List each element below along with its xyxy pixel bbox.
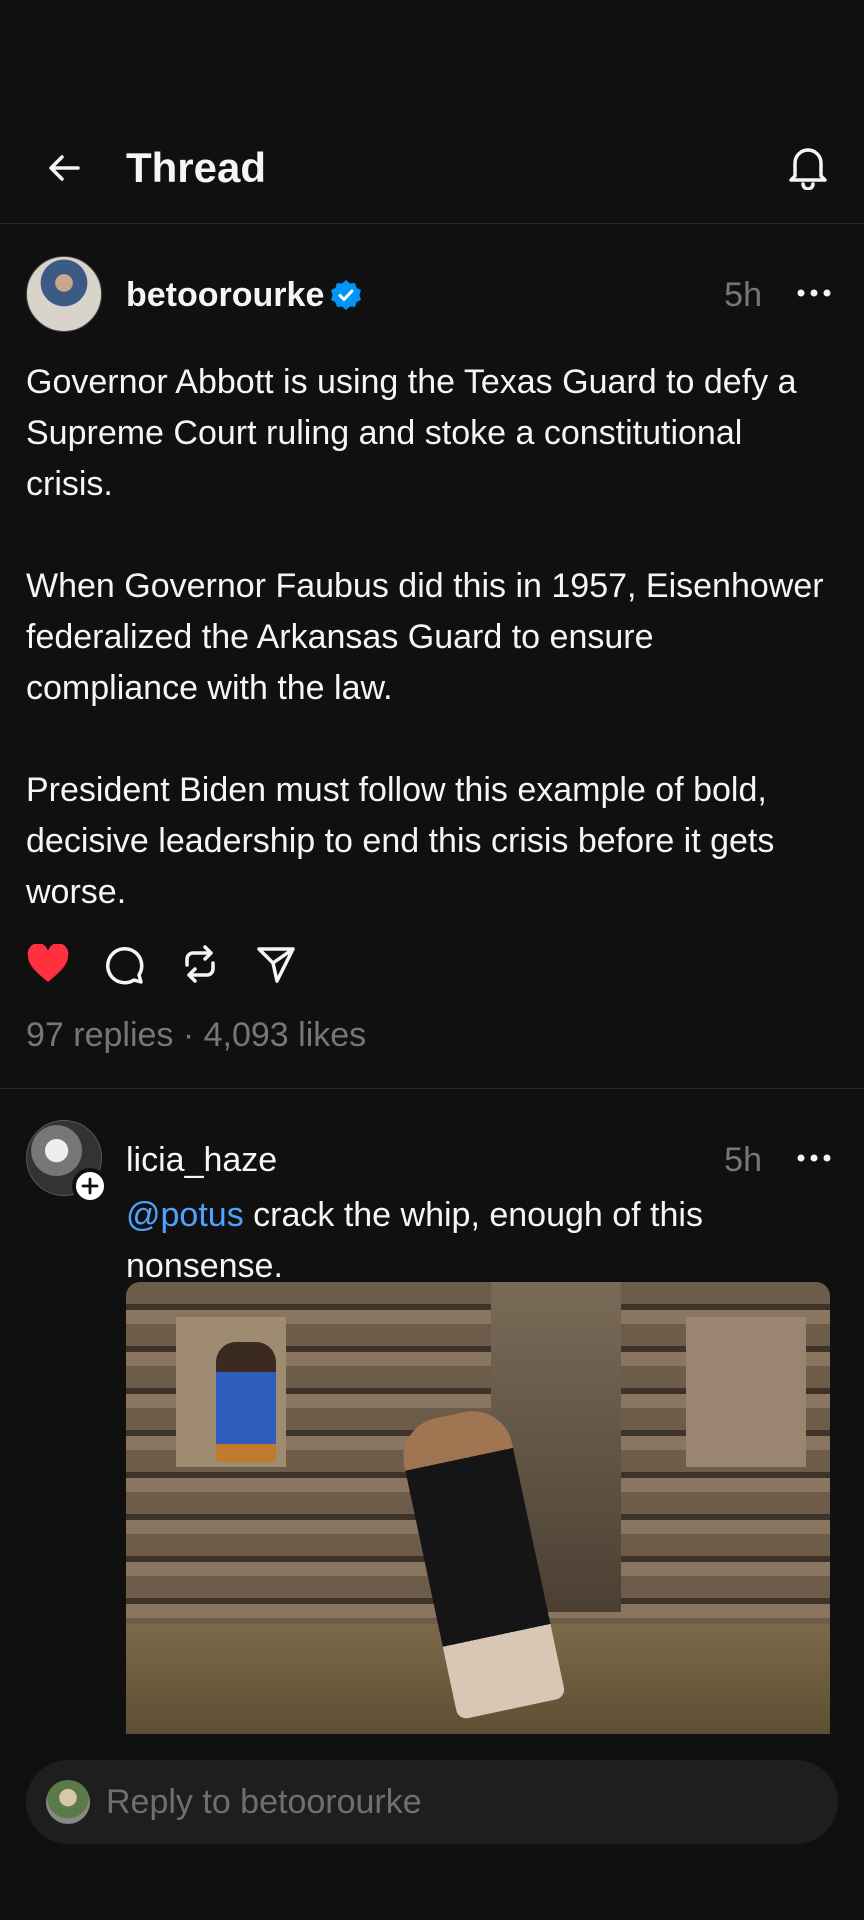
reply-timestamp: 5h bbox=[724, 1141, 762, 1179]
verified-badge-icon bbox=[331, 280, 361, 310]
share-button[interactable] bbox=[252, 940, 300, 988]
like-button[interactable] bbox=[24, 940, 72, 988]
follow-button[interactable] bbox=[72, 1168, 108, 1204]
main-post: betoorourke 5h Governor Abbott is using … bbox=[0, 225, 864, 1089]
post-text: Governor Abbott is using the Texas Guard… bbox=[26, 363, 824, 911]
more-horizontal-icon bbox=[797, 1154, 831, 1162]
back-button[interactable] bbox=[38, 142, 90, 194]
send-icon bbox=[257, 947, 295, 983]
avatar[interactable] bbox=[26, 256, 102, 332]
more-options-button[interactable] bbox=[794, 1138, 834, 1178]
more-horizontal-icon bbox=[797, 289, 831, 297]
reply-composer[interactable]: Reply to betoorourke bbox=[26, 1760, 838, 1844]
mention-link[interactable]: @potus bbox=[126, 1196, 244, 1234]
media-figure-left bbox=[216, 1342, 276, 1462]
reply-username[interactable]: licia_haze bbox=[126, 1138, 277, 1182]
post-username[interactable]: betoorourke bbox=[126, 273, 324, 317]
plus-icon bbox=[81, 1177, 99, 1195]
post-timestamp: 5h bbox=[724, 276, 762, 314]
page-title: Thread bbox=[126, 144, 267, 191]
reply-input-placeholder[interactable]: Reply to betoorourke bbox=[106, 1780, 422, 1824]
post-stats[interactable]: 97 replies · 4,093 likes bbox=[26, 1013, 366, 1057]
repost-button[interactable] bbox=[176, 940, 224, 988]
repost-icon bbox=[185, 945, 215, 983]
more-options-button[interactable] bbox=[794, 273, 834, 313]
comment-icon bbox=[105, 946, 144, 985]
reply-item: licia_haze 5h @potus crack the whip, eno… bbox=[0, 1090, 864, 1750]
reply-button[interactable] bbox=[100, 940, 148, 988]
avatar bbox=[46, 1780, 90, 1824]
reply-media-gif[interactable] bbox=[126, 1282, 830, 1734]
post-actions bbox=[24, 940, 300, 990]
bell-icon bbox=[789, 148, 827, 190]
media-window-right bbox=[686, 1317, 806, 1467]
notifications-button[interactable] bbox=[780, 138, 836, 194]
heart-filled-icon bbox=[27, 944, 69, 982]
reply-text: @potus crack the whip, enough of this no… bbox=[126, 1190, 826, 1292]
thread-header: Thread bbox=[0, 120, 864, 224]
arrow-left-icon bbox=[49, 155, 80, 181]
